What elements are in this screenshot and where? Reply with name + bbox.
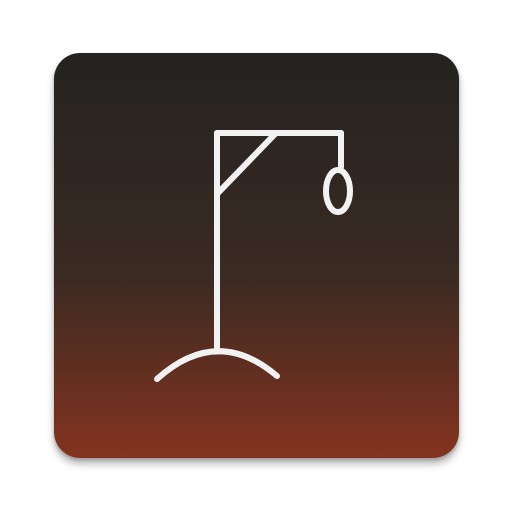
app-icon-tile[interactable] [54, 53, 459, 458]
hangman-gallows-icon [154, 130, 353, 382]
gallows-brace [214, 130, 279, 197]
gallows-noose [323, 167, 353, 215]
gallows-mound [154, 348, 280, 382]
launcher-canvas [0, 0, 512, 512]
